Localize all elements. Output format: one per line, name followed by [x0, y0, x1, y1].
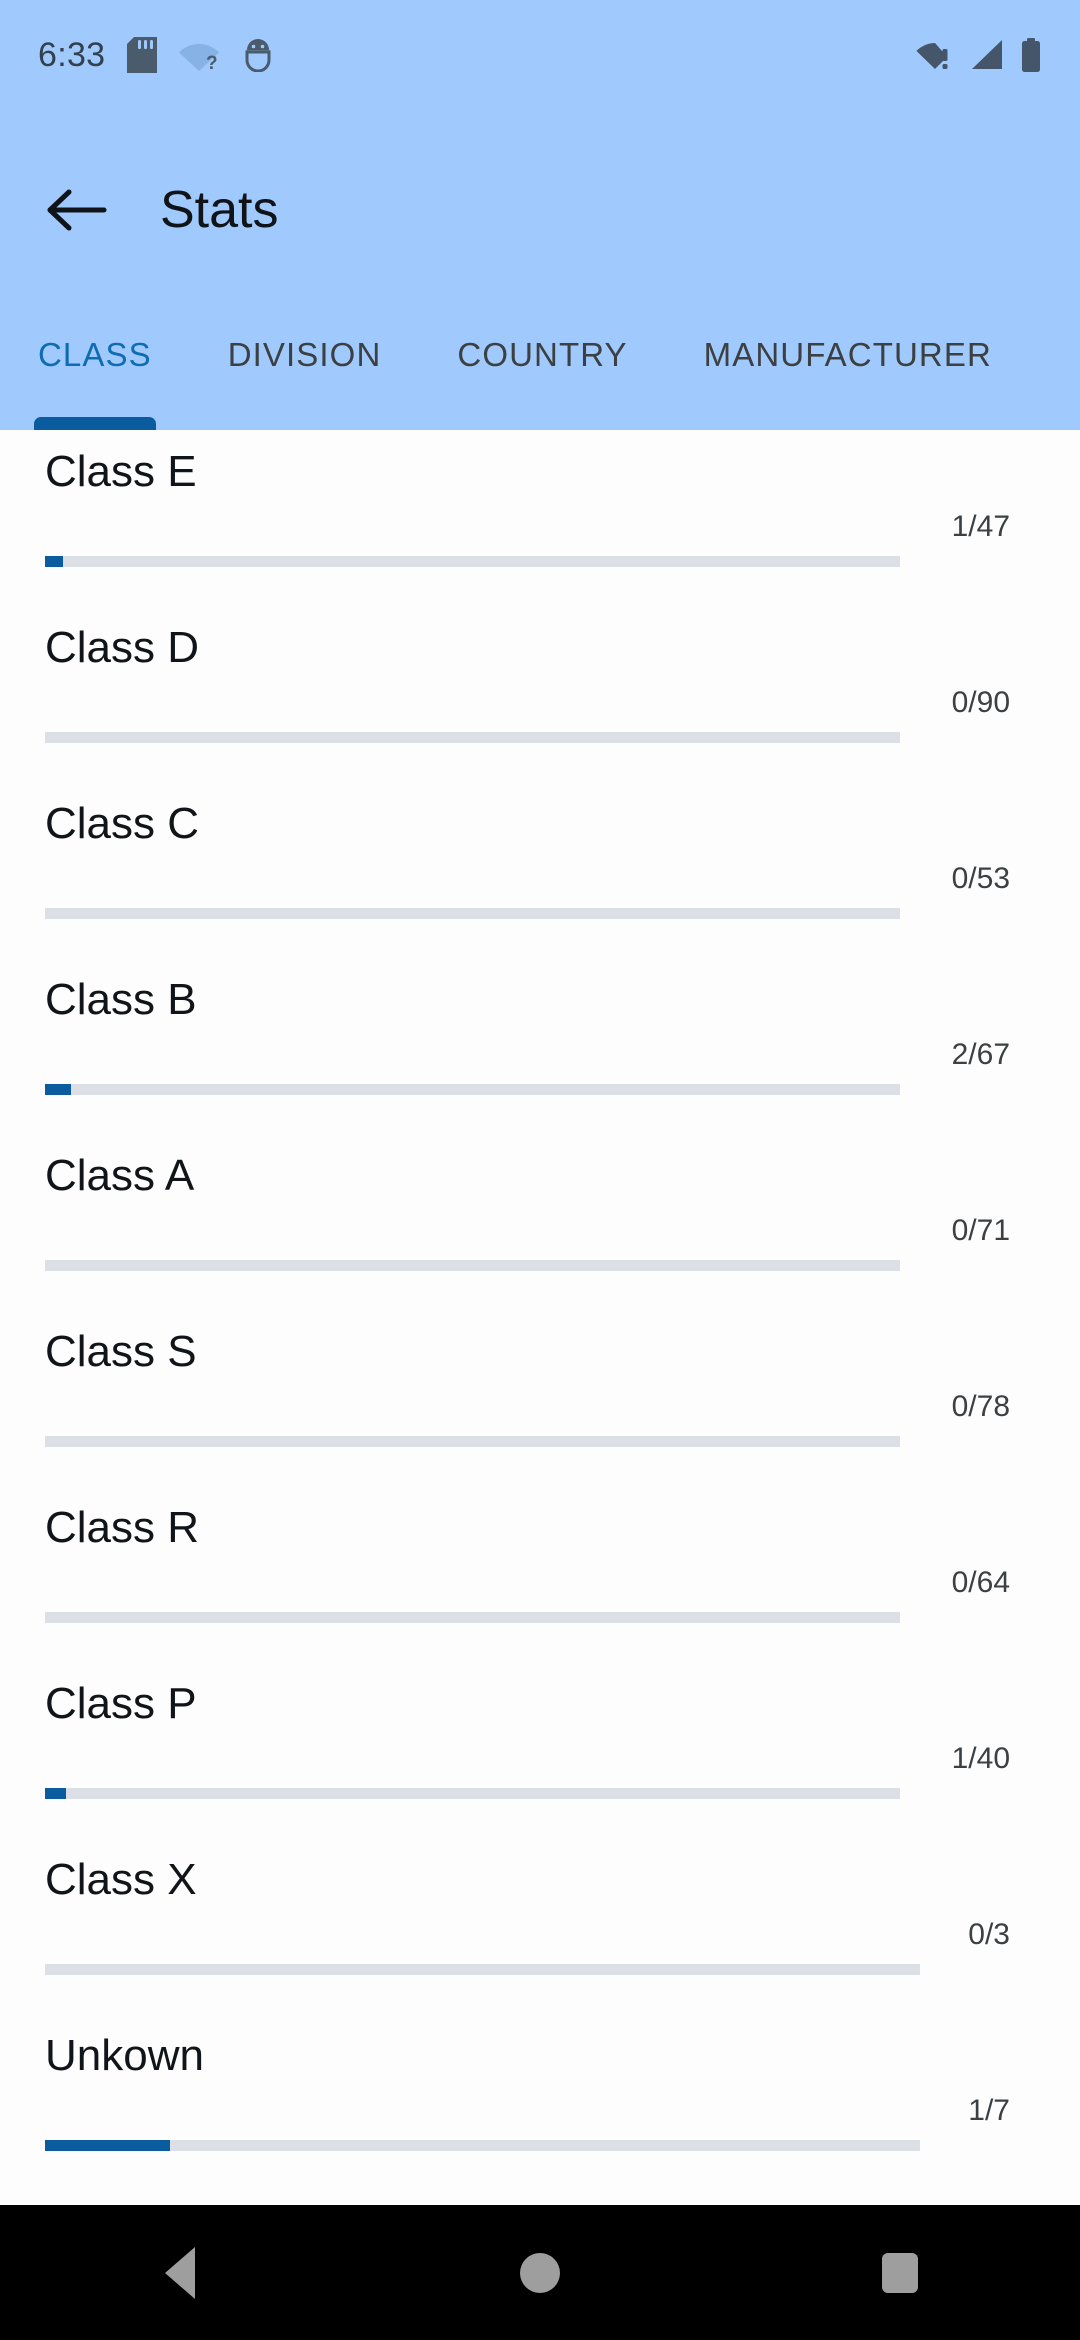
tab-bar: CLASS DIVISION COUNTRY MANUFACTURER [0, 306, 1080, 430]
list-item[interactable]: Class P 1/40 [0, 1662, 1080, 1838]
progress-track [45, 1260, 900, 1271]
progress-track [45, 908, 900, 919]
list-item-count: 1/47 [951, 510, 1010, 543]
status-clock: 6:33 [38, 36, 106, 74]
list-item-label: Class C [45, 799, 200, 848]
list-item-progress-wrap [45, 1612, 1010, 1623]
title-bar: Stats [0, 110, 1080, 310]
svg-text:?: ? [206, 53, 218, 72]
list-item-count: 0/90 [951, 686, 1010, 719]
list-item-count: 1/40 [951, 1742, 1010, 1775]
list-item-label: Class E [45, 447, 197, 496]
arrow-back-icon [47, 189, 107, 231]
list-item-count: 0/71 [951, 1214, 1010, 1247]
list-item-progress-wrap [45, 2140, 1010, 2151]
list-item-count: 0/78 [951, 1390, 1010, 1423]
status-bar-right [916, 38, 1042, 72]
list-item-label: Unkown [45, 2031, 204, 2080]
list-item-count: 0/3 [968, 1918, 1010, 1951]
stats-list[interactable]: Class E 1/47 Class D 0/90 Class C 0/53 C… [0, 430, 1080, 2205]
list-item-label: Class D [45, 623, 200, 672]
app-bar: 6:33 ? Stats CLASS DIVISION COUNTRY MANU… [0, 0, 1080, 430]
list-item-label: Class P [45, 1679, 197, 1728]
cell-signal-icon [970, 39, 1004, 71]
list-item-count: 1/7 [968, 2094, 1010, 2127]
page-title: Stats [160, 181, 279, 239]
system-navigation-bar [0, 2205, 1080, 2340]
list-item-header: Class R 0/64 [45, 1486, 1010, 1612]
progress-fill [45, 556, 63, 567]
list-item-progress-wrap [45, 1788, 1010, 1799]
progress-track [45, 1612, 900, 1623]
list-item[interactable]: Class B 2/67 [0, 958, 1080, 1134]
progress-fill [45, 1788, 67, 1799]
list-item-progress-wrap [45, 908, 1010, 919]
list-item-progress-wrap [45, 732, 1010, 743]
list-item-header: Class A 0/71 [45, 1134, 1010, 1260]
tab-manufacturer[interactable]: MANUFACTURER [666, 306, 1030, 430]
list-item-count: 2/67 [951, 1038, 1010, 1071]
app-screen: 6:33 ? Stats CLASS DIVISION COUNTRY MANU… [0, 0, 1080, 2340]
list-item-label: Class S [45, 1327, 197, 1376]
status-bar: 6:33 ? [0, 0, 1080, 110]
progress-fill [45, 1084, 71, 1095]
progress-track [45, 732, 900, 743]
progress-track [45, 556, 900, 567]
list-item-progress-wrap [45, 556, 1010, 567]
list-item[interactable]: Unkown 1/7 [0, 2014, 1080, 2190]
sd-card-icon [127, 37, 158, 73]
progress-track [45, 2140, 920, 2151]
progress-track [45, 1788, 900, 1799]
tab-label: COUNTRY [457, 336, 628, 373]
wifi-unknown-icon: ? [179, 38, 220, 74]
list-item-progress-wrap [45, 1260, 1010, 1271]
progress-track [45, 1084, 900, 1095]
list-item-header: Class D 0/90 [45, 606, 1010, 732]
progress-track [45, 1436, 900, 1447]
list-item-count: 0/64 [951, 1566, 1010, 1599]
list-item-header: Class X 0/3 [45, 1838, 1010, 1964]
list-item[interactable]: Class X 0/3 [0, 1838, 1080, 2014]
tab-label: CLASS [38, 336, 152, 373]
progress-track [45, 1964, 920, 1975]
list-item-label: Class X [45, 1855, 197, 1904]
list-item-progress-wrap [45, 1436, 1010, 1447]
square-recents-icon [882, 2252, 918, 2293]
nav-back-button[interactable] [105, 2205, 255, 2340]
list-item-header: Class E 1/47 [45, 430, 1010, 556]
list-item-label: Class A [45, 1151, 195, 1200]
triangle-back-icon [165, 2246, 195, 2299]
list-item[interactable]: Class E 1/47 [0, 430, 1080, 606]
list-item[interactable]: Class R 0/64 [0, 1486, 1080, 1662]
list-item[interactable]: Class S 0/78 [0, 1310, 1080, 1486]
list-item-header: Unkown 1/7 [45, 2014, 1010, 2140]
list-item-count: 0/53 [951, 862, 1010, 895]
list-item-progress-wrap [45, 1964, 1010, 1975]
list-item[interactable]: Class A 0/71 [0, 1134, 1080, 1310]
tab-country[interactable]: COUNTRY [419, 306, 665, 430]
list-item-label: Class B [45, 975, 197, 1024]
list-item-header: Class C 0/53 [45, 782, 1010, 908]
status-bar-left: 6:33 ? [38, 36, 275, 74]
battery-full-icon [1020, 38, 1042, 72]
back-button[interactable] [22, 155, 132, 265]
tab-class[interactable]: CLASS [0, 306, 190, 430]
tab-label: MANUFACTURER [703, 336, 992, 373]
tab-active-indicator [33, 417, 156, 430]
circle-home-icon [520, 2252, 560, 2293]
tab-division[interactable]: DIVISION [190, 306, 420, 430]
wifi-alert-icon [916, 39, 954, 71]
nav-recents-button[interactable] [825, 2205, 975, 2340]
tab-label: DIVISION [227, 336, 382, 373]
list-item-progress-wrap [45, 1084, 1010, 1095]
list-item[interactable]: Class D 0/90 [0, 606, 1080, 782]
list-item-header: Class P 1/40 [45, 1662, 1010, 1788]
android-debug-icon [241, 38, 275, 73]
list-item[interactable]: Class C 0/53 [0, 782, 1080, 958]
nav-home-button[interactable] [465, 2205, 615, 2340]
list-item-header: Class B 2/67 [45, 958, 1010, 1084]
progress-fill [45, 2140, 171, 2151]
list-item-label: Class R [45, 1503, 200, 1552]
list-item-header: Class S 0/78 [45, 1310, 1010, 1436]
